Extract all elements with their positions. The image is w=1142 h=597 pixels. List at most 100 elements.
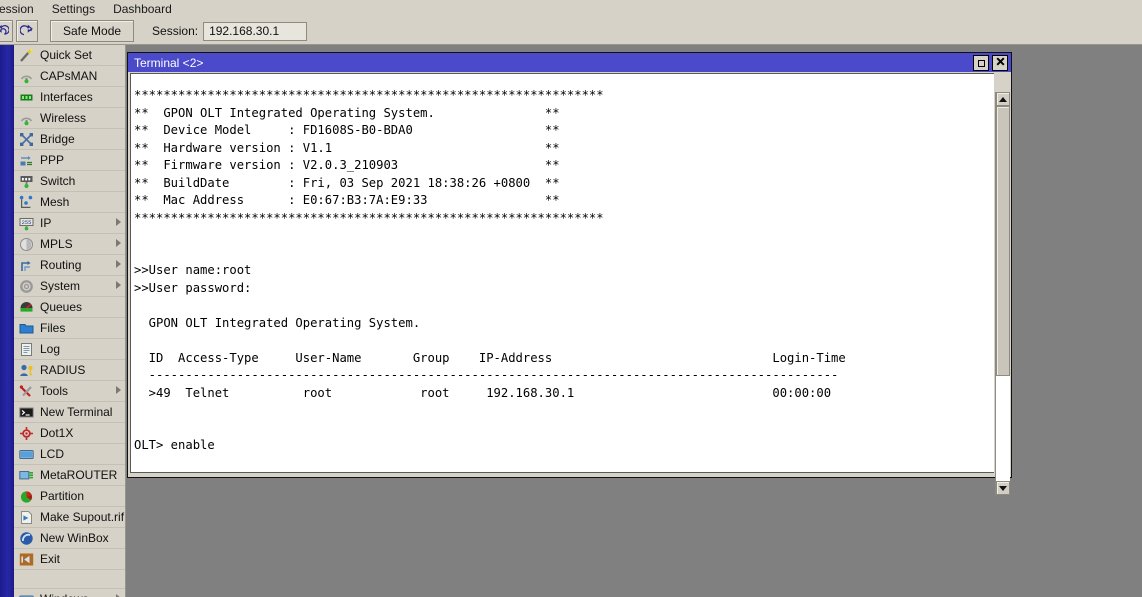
sidebar-item-label: Wireless [40, 111, 86, 125]
sidebar-item-windows[interactable]: Windows [14, 589, 125, 597]
ports-icon [18, 89, 34, 105]
chevron-right-icon [116, 239, 121, 247]
tools-icon [18, 383, 34, 399]
sidebar-item-queues[interactable]: Queues [14, 297, 125, 318]
sidebar-item-ppp[interactable]: PPP [14, 150, 125, 171]
ip-255-icon: 255 [18, 215, 34, 231]
close-button[interactable] [992, 55, 1008, 71]
sidebar-item-system[interactable]: System [14, 276, 125, 297]
terminal-title-text: Terminal <2> [134, 56, 203, 70]
sidebar-item-radius[interactable]: RADIUS [14, 360, 125, 381]
sidebar-item-interfaces[interactable]: Interfaces [14, 87, 125, 108]
terminal-text: ****************************************… [134, 87, 846, 473]
sidebar-item-wireless[interactable]: Wireless [14, 108, 125, 129]
sidebar-item-label: LCD [40, 447, 64, 461]
sidebar-item-mpls[interactable]: MPLS [14, 234, 125, 255]
chevron-right-icon [116, 260, 121, 268]
sidebar-item-label: Tools [40, 384, 68, 398]
sidebar-item-capsman[interactable]: CAPsMAN [14, 66, 125, 87]
menu-item-settings[interactable]: Settings [43, 1, 104, 18]
switch-icon [18, 173, 34, 189]
sidebar-item-label: Partition [40, 489, 84, 503]
undo-button[interactable] [0, 20, 13, 42]
window-controls [973, 55, 1008, 71]
sidebar-item-switch[interactable]: Switch [14, 171, 125, 192]
maximize-button[interactable] [973, 55, 989, 71]
sidebar-item-exit[interactable]: Exit [14, 549, 125, 570]
terminal-titlebar[interactable]: Terminal <2> [128, 53, 1011, 72]
sidebar-item-label: Bridge [40, 132, 75, 146]
scrollbar-track[interactable] [996, 106, 1010, 481]
sidebar-item-label: New Terminal [40, 405, 112, 419]
routing-icon [18, 257, 34, 273]
sidebar-item-label: Quick Set [40, 48, 92, 62]
sidebar-item-quick-set[interactable]: Quick Set [14, 45, 125, 66]
supout-icon [18, 509, 34, 525]
sidebar-item-label: RADIUS [40, 363, 85, 377]
chevron-right-icon [116, 281, 121, 289]
wand-icon [18, 47, 34, 63]
sidebar-item-label: Routing [40, 258, 81, 272]
session-label: Session: [152, 24, 198, 38]
radius-key-icon [18, 362, 34, 378]
scrollbar-down-button[interactable] [996, 481, 1010, 495]
sidebar-item-label: Interfaces [40, 90, 93, 104]
sidebar-item-lcd[interactable]: LCD [14, 444, 125, 465]
sidebar-item-log[interactable]: Log [14, 339, 125, 360]
sidebar-item-make-supout-rif[interactable]: Make Supout.rif [14, 507, 125, 528]
scroll-down-arrow-icon [999, 486, 1007, 491]
dot1x-icon [18, 425, 34, 441]
sidebar-item-tools[interactable]: Tools [14, 381, 125, 402]
close-icon [996, 57, 1005, 69]
terminal-scrollbar[interactable] [995, 92, 1010, 495]
sidebar-item-label: Mesh [40, 195, 69, 209]
sidebar-item-files[interactable]: Files [14, 318, 125, 339]
sidebar-item-label: Exit [40, 552, 60, 566]
menu-item-dashboard[interactable]: Dashboard [104, 1, 181, 18]
partition-icon [18, 488, 34, 504]
undo-arrow-icon [0, 24, 9, 38]
sidebar-item-partition[interactable]: Partition [14, 486, 125, 507]
menu-bar: Session Settings Dashboard [0, 0, 1142, 19]
scroll-up-arrow-icon [999, 97, 1007, 102]
sidebar-item-ip[interactable]: 255 IP [14, 213, 125, 234]
sidebar-item-routing[interactable]: Routing [14, 255, 125, 276]
svg-text:255: 255 [21, 220, 31, 226]
sidebar-item-metarouter[interactable]: MetaROUTER [14, 465, 125, 486]
sidebar-item-mesh[interactable]: Mesh [14, 192, 125, 213]
redo-button[interactable] [16, 20, 38, 42]
menu-item-session[interactable]: Session [0, 1, 43, 18]
windows-icon [18, 591, 34, 597]
session-address-field[interactable]: 192.168.30.1 [203, 22, 307, 41]
safe-mode-button[interactable]: Safe Mode [50, 20, 134, 42]
sidebar-item-bridge[interactable]: Bridge [14, 129, 125, 150]
chevron-right-icon [116, 218, 121, 226]
sidebar: Quick Set CAPsMAN Interfaces Wireless Br [14, 45, 126, 597]
mesh-icon [18, 194, 34, 210]
queues-icon [18, 299, 34, 315]
log-icon [18, 341, 34, 357]
lcd-icon [18, 446, 34, 462]
toolbar: Safe Mode Session: 192.168.30.1 [0, 18, 1142, 45]
sidebar-item-new-winbox[interactable]: New WinBox [14, 528, 125, 549]
sidebar-item-label: Files [40, 321, 65, 335]
exit-icon [18, 551, 34, 567]
winbox-window: Session Settings Dashboard Safe Mode Ses… [0, 0, 1142, 597]
sidebar-item-label: PPP [40, 153, 64, 167]
sidebar-item-label: Windows [40, 592, 89, 597]
folder-icon [18, 320, 34, 336]
scrollbar-up-button[interactable] [996, 92, 1010, 106]
mpls-icon [18, 236, 34, 252]
antenna-icon [18, 68, 34, 84]
sidebar-item-new-terminal[interactable]: New Terminal [14, 402, 125, 423]
sidebar-item-label: CAPsMAN [40, 69, 97, 83]
sidebar-item-label: Log [40, 342, 60, 356]
metarouter-icon [18, 467, 34, 483]
redo-arrow-icon [20, 24, 34, 38]
terminal-output-area[interactable]: ****************************************… [130, 73, 994, 473]
sidebar-item-dot1x[interactable]: Dot1X [14, 423, 125, 444]
sidebar-separator [14, 570, 125, 589]
antenna-icon [18, 110, 34, 126]
scrollbar-thumb[interactable] [996, 106, 1010, 376]
sidebar-item-label: MPLS [40, 237, 73, 251]
